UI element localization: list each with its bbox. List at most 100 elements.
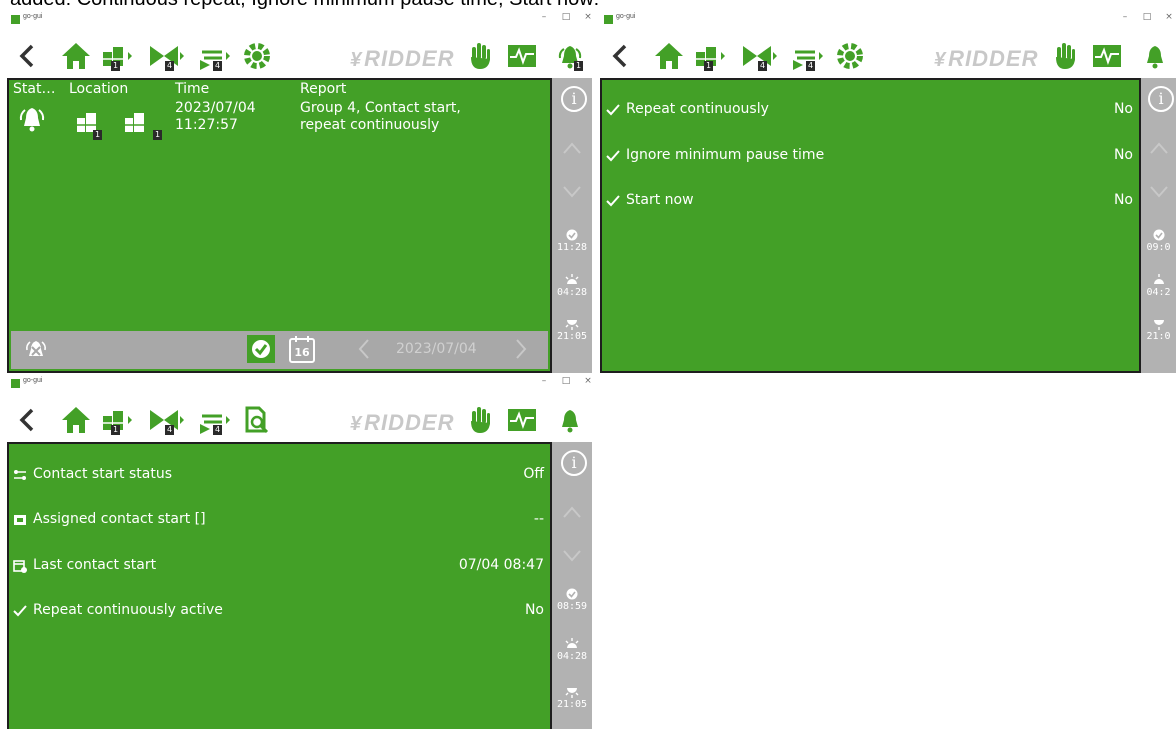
column-status[interactable]: Stat… (13, 81, 55, 97)
scroll-up-icon[interactable] (562, 140, 582, 156)
status-value: No (524, 602, 544, 618)
hand-icon[interactable] (465, 402, 495, 438)
sunset-time: 21:05 (556, 331, 588, 342)
greenhouse-icon[interactable]: 1 (97, 38, 139, 74)
alarm-footer: 16 2023/07/04 (11, 331, 548, 369)
setting-label: Repeat continuously (626, 101, 769, 117)
location-badge: 1 (153, 130, 162, 140)
tap-icon[interactable]: 4 (786, 38, 828, 74)
sunrise-time: 04:28 (556, 651, 588, 662)
greenhouse-icon[interactable]: 1 (690, 38, 732, 74)
current-time: 09:0 (1146, 242, 1171, 253)
maximize-button[interactable]: □ (559, 376, 573, 386)
graph-icon[interactable] (1092, 38, 1122, 74)
status-label: Last contact start (33, 557, 157, 573)
minimize-button[interactable]: – (1118, 12, 1132, 22)
title-bar: go-gui – □ × (600, 10, 1176, 34)
sunset-time: 21:0 (1146, 331, 1171, 342)
alarm-badge: 1 (574, 61, 583, 71)
info-icon[interactable]: i (561, 450, 587, 476)
maximize-button[interactable]: □ (1140, 12, 1154, 22)
status-row-contact-start[interactable]: Contact start status Off (9, 464, 550, 488)
status-row-assigned[interactable]: Assigned contact start [] -- (9, 509, 550, 533)
prev-date-icon[interactable] (357, 338, 371, 364)
app-icon (11, 15, 20, 24)
ridder-logo: ¥RIDDER (350, 46, 455, 71)
info-icon[interactable]: i (1148, 86, 1174, 112)
column-report[interactable]: Report (300, 81, 346, 97)
chevron-left-icon[interactable] (15, 38, 39, 74)
contact-status-icon (14, 470, 26, 480)
location-greenhouse-icon: 1 (123, 110, 162, 140)
mute-alarm-icon[interactable] (23, 337, 49, 367)
gear-icon[interactable] (239, 38, 275, 74)
home-icon[interactable] (59, 402, 93, 438)
status-value: Off (523, 466, 544, 482)
maximize-button[interactable]: □ (559, 12, 573, 22)
status-value: 07/04 08:47 (458, 557, 544, 573)
scroll-down-icon[interactable] (562, 548, 582, 564)
status-row-repeat-active[interactable]: Repeat continuously active No (9, 600, 550, 624)
setting-label: Ignore minimum pause time (626, 147, 825, 163)
setting-value[interactable]: No (1114, 101, 1133, 117)
calendar-icon[interactable]: 16 (288, 334, 316, 364)
alarm-report-line1: Group 4, Contact start, (300, 100, 461, 116)
column-time[interactable]: Time (175, 81, 209, 97)
hand-icon[interactable] (1050, 38, 1080, 74)
status-row-last-contact[interactable]: Last contact start 07/04 08:47 (9, 555, 550, 579)
setting-row-ignore-min-pause[interactable]: Ignore minimum pause time No (602, 145, 1139, 169)
next-date-icon[interactable] (514, 338, 528, 364)
setting-value[interactable]: No (1114, 147, 1133, 163)
column-location[interactable]: Location (69, 81, 128, 97)
close-button[interactable]: × (581, 12, 595, 22)
valve-icon[interactable]: 4 (145, 38, 187, 74)
acknowledge-check-icon[interactable] (247, 335, 275, 363)
setting-row-repeat-continuously[interactable]: Repeat continuously No (602, 99, 1139, 123)
tap-badge: 4 (213, 425, 222, 435)
graph-icon[interactable] (507, 38, 537, 74)
valve-badge: 4 (165, 61, 174, 71)
close-button[interactable]: × (581, 376, 595, 386)
home-icon[interactable] (59, 38, 93, 74)
scroll-up-icon[interactable] (1149, 140, 1169, 156)
table-row[interactable]: 1 1 2023/07/04 11:27:57 Group 4, Contact… (9, 100, 550, 150)
setting-value[interactable]: No (1114, 192, 1133, 208)
alarm-time-date: 2023/07/04 (175, 100, 256, 116)
window-title: go-gui (616, 13, 636, 20)
alarm-time-clock: 11:27:57 (175, 117, 238, 133)
alarm-window: go-gui – □ × 1 4 4 ¥RIDDER 1 Stat… Locat… (7, 10, 599, 373)
tap-icon[interactable]: 4 (193, 402, 235, 438)
sunset-time: 21:05 (556, 699, 588, 710)
hand-icon[interactable] (465, 38, 495, 74)
scroll-down-icon[interactable] (562, 184, 582, 200)
minimize-button[interactable]: – (537, 376, 551, 386)
magnify-document-icon[interactable] (239, 402, 275, 438)
info-icon[interactable]: i (561, 86, 587, 112)
sunset-icon (565, 688, 579, 698)
chevron-left-icon[interactable] (15, 402, 39, 438)
bell-icon[interactable]: 1 (552, 38, 588, 74)
chevron-left-icon[interactable] (608, 38, 632, 74)
alarm-report-line2: repeat continuously (300, 117, 440, 133)
status-label: Contact start status (33, 466, 172, 482)
graph-icon[interactable] (507, 402, 537, 438)
scroll-down-icon[interactable] (1149, 184, 1169, 200)
status-label: Assigned contact start [] (33, 511, 206, 527)
bell-icon[interactable] (555, 402, 585, 438)
scroll-up-icon[interactable] (562, 504, 582, 520)
current-time: 08:59 (556, 601, 588, 612)
minimize-button[interactable]: – (537, 12, 551, 22)
close-button[interactable]: × (1162, 12, 1176, 22)
bell-icon[interactable] (1140, 38, 1170, 74)
home-icon[interactable] (652, 38, 686, 74)
app-icon (604, 15, 613, 24)
greenhouse-icon[interactable]: 1 (97, 402, 139, 438)
valve-icon[interactable]: 4 (738, 38, 780, 74)
setting-row-start-now[interactable]: Start now No (602, 190, 1139, 214)
footer-date: 2023/07/04 (396, 341, 477, 357)
gear-icon[interactable] (832, 38, 868, 74)
location-greenhouse-icon: 1 (75, 110, 103, 140)
valve-icon[interactable]: 4 (145, 402, 187, 438)
tap-icon[interactable]: 4 (193, 38, 235, 74)
status-label: Repeat continuously active (33, 602, 223, 618)
